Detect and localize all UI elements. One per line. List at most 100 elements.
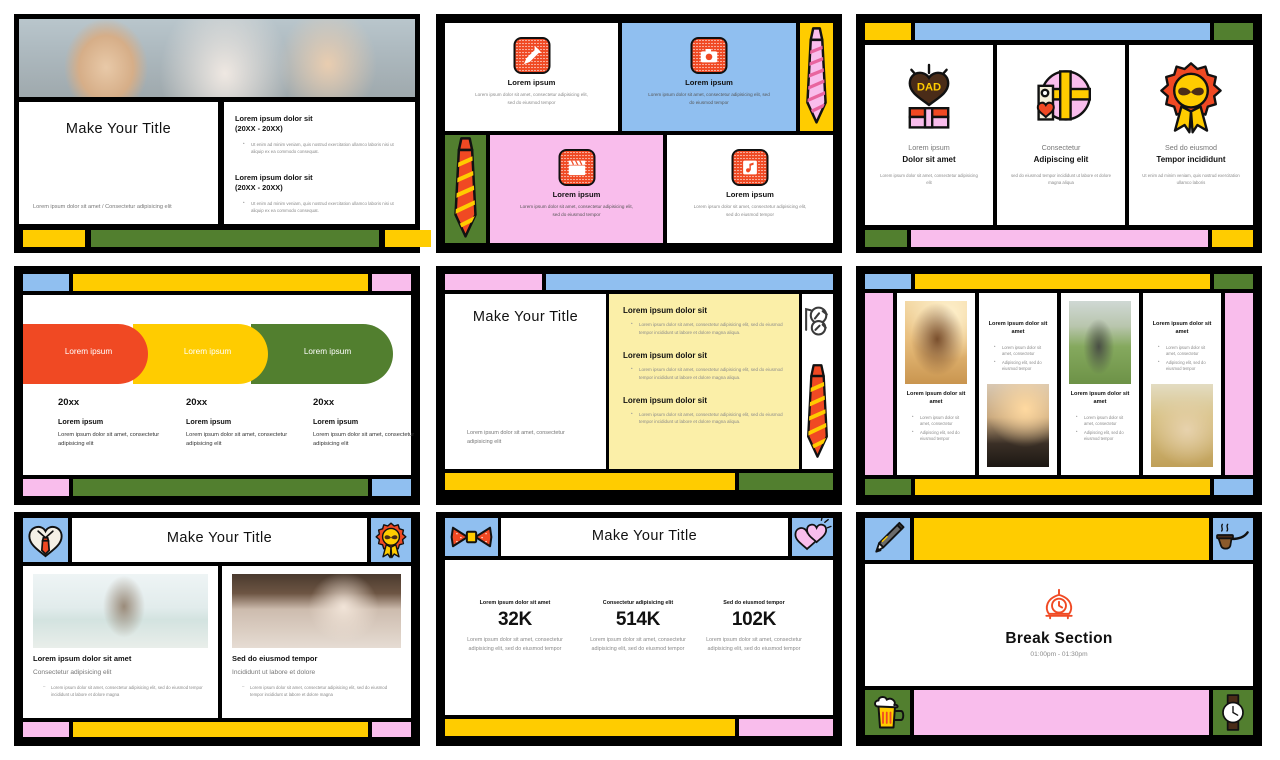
card-eyebrow: Lorem ipsum — [908, 143, 950, 152]
gallery-title: Lorem ipsum dolor sit amet — [988, 321, 1048, 336]
slide-two-photo-columns[interactable]: Make Your Title Lorem ipsum dolor sit am… — [14, 512, 420, 746]
column-photo — [232, 574, 401, 648]
timeline-canvas[interactable]: Lorem ipsum Lorem ipsum Lorem ipsum 20xx… — [23, 295, 414, 475]
break-panel[interactable]: Break Section 01:00pm - 01:30pm — [865, 564, 1253, 686]
header-bar-yellow — [915, 274, 1210, 289]
footer-bar-yellow — [445, 719, 735, 736]
entries-card[interactable]: Lorem ipsum dolor sit (20XX - 20XX) Ut e… — [224, 102, 415, 224]
timeline-heading: Lorem ipsum — [313, 417, 359, 426]
header-bar-green — [1214, 274, 1253, 289]
svg-text:DAD: DAD — [917, 82, 941, 94]
break-title: Break Section — [1005, 630, 1113, 647]
slide-photo-gallery[interactable]: Lorem ipsum dolor sit amet Lorem ipsum d… — [856, 266, 1262, 505]
footer-bar-pink — [739, 719, 833, 736]
header-icon-pen[interactable] — [865, 518, 910, 560]
stat-body: Lorem ipsum dolor sit amet, consectetur … — [467, 637, 563, 652]
slide-timeline-pills[interactable]: Lorem ipsum Lorem ipsum Lorem ipsum 20xx… — [14, 266, 420, 505]
gallery-bullet: Lorem ipsum dolor sit amet, consectetur — [994, 344, 1052, 357]
note-bullet: Lorem ipsum dolor sit amet, consectetur … — [631, 410, 785, 427]
notes-panel[interactable]: Lorem ipsum dolor sit Lorem ipsum dolor … — [609, 294, 799, 469]
gallery-panel-2[interactable]: Lorem ipsum dolor sit amet Lorem ipsum d… — [979, 293, 1057, 475]
slide-title-with-notes[interactable]: Make Your Title Lorem ipsum dolor sit am… — [436, 266, 842, 505]
title-card[interactable]: Make Your Title Lorem ipsum dolor sit am… — [445, 294, 606, 469]
card-title: Dolor sit amet — [902, 155, 956, 164]
side-panel-pink-left — [865, 293, 893, 475]
gallery-panel-3[interactable]: Lorem ipsum dolor sit amet Lorem ipsum d… — [1061, 293, 1139, 475]
header-icon-right[interactable] — [371, 518, 411, 562]
header-icon-left[interactable] — [445, 518, 498, 556]
stats-panel[interactable]: Lorem ipsum dolor sit amet 32K Lorem ips… — [445, 560, 833, 715]
header-icon-right[interactable] — [792, 518, 833, 556]
header-bar-pink — [372, 274, 411, 291]
timeline-column: 20xx Lorem ipsum Lorem ipsum dolor sit a… — [313, 397, 421, 449]
slide-break-section[interactable]: Break Section 01:00pm - 01:30pm — [856, 512, 1262, 746]
gallery-photo — [905, 301, 967, 384]
column-photo — [33, 574, 208, 648]
illustration-card-3[interactable]: Sed do eiusmod Tempor incididunt Ut enim… — [1129, 45, 1253, 225]
footer-bar-green — [865, 479, 911, 495]
illustration-card-1[interactable]: DAD Lorem ipsum Dolor sit amet Lorem ips… — [865, 45, 993, 225]
stat-value: 102K — [731, 609, 777, 630]
card-title: Lorem ipsum — [507, 78, 556, 87]
entry-bullet: Ut enim ad minim veniam, quis nostrud ex… — [243, 140, 404, 155]
note-heading: Lorem ipsum dolor sit — [623, 350, 708, 360]
gallery-bullet: Adipiscing elit, sed do eiusmod tempor — [1158, 359, 1216, 372]
header-icon-left[interactable] — [23, 518, 68, 562]
header-icon-pipe[interactable] — [1213, 518, 1253, 560]
entry-years: (20XX - 20XX) — [235, 183, 283, 193]
stat-body: Lorem ipsum dolor sit amet, consectetur … — [590, 637, 686, 652]
gallery-panel-1[interactable]: Lorem ipsum dolor sit amet Lorem ipsum d… — [897, 293, 975, 475]
timeline-year: 20xx — [313, 397, 335, 408]
header-bar-pink — [445, 274, 542, 290]
footer-bar-yellow-right — [385, 230, 431, 247]
photo-column-2[interactable]: Sed do eiusmod tempor Incididunt ut labo… — [222, 566, 411, 718]
column-bullet: Lorem ipsum dolor sit amet, consectetur … — [242, 683, 401, 698]
footer-bar-green — [739, 473, 833, 490]
card-title: Lorem ipsum — [726, 190, 774, 199]
hero-photo — [19, 19, 415, 97]
slide-three-illustration-cards[interactable]: DAD Lorem ipsum Dolor sit amet Lorem ips… — [856, 14, 1262, 253]
entry-years: (20XX - 20XX) — [235, 123, 283, 133]
gallery-panel-4[interactable]: Lorem ipsum dolor sit amet Lorem ipsum d… — [1143, 293, 1221, 475]
slide-kpi-stats[interactable]: Make Your Title Lorem ipsum dolor sit am… — [436, 512, 842, 746]
pipe-icon — [1216, 523, 1249, 550]
column-title: Sed do eiusmod tempor — [232, 654, 318, 663]
illustration-card-2[interactable]: Consectetur Adipiscing elit sed do eiusm… — [997, 45, 1125, 225]
alarm-clock-icon — [1045, 588, 1073, 620]
footer-bar-pink — [23, 479, 69, 496]
stat-label: Sed do eiusmod tempor — [723, 600, 785, 606]
title-card[interactable]: Make Your Title Lorem ipsum dolor sit am… — [19, 102, 218, 224]
gallery-title: Lorem ipsum dolor sit amet — [1152, 321, 1212, 336]
icon-card-4[interactable]: Lorem ipsum Lorem ipsum dolor sit amet, … — [667, 135, 833, 243]
pink-striped-tie-icon — [806, 27, 827, 124]
timeline-heading: Lorem ipsum — [186, 417, 232, 426]
icon-card-1[interactable]: Lorem ipsum Lorem ipsum dolor sit amet, … — [445, 23, 618, 131]
camera-icon — [690, 37, 728, 74]
photo-column-1[interactable]: Lorem ipsum dolor sit amet Consectetur a… — [23, 566, 218, 718]
icon-card-3[interactable]: Lorem ipsum Lorem ipsum dolor sit amet, … — [490, 135, 663, 243]
dad-heart-gift-icon: DAD — [908, 63, 950, 129]
stat-block: Consectetur adipisicing elit 514K Lorem … — [582, 600, 694, 654]
footer-bar-green — [91, 230, 379, 247]
header-bar-blue — [915, 23, 1210, 40]
footer-bar-yellow — [1212, 230, 1253, 247]
footer-bar-yellow — [445, 473, 735, 490]
entry-block: Lorem ipsum dolor sit (20XX - 20XX) Ut e… — [235, 114, 404, 155]
card-title: Adipiscing elit — [1033, 155, 1089, 164]
gallery-bullet: Adipiscing elit, sed do eiusmod tempor — [912, 429, 970, 442]
slide-title-hero[interactable]: Make Your Title Lorem ipsum dolor sit am… — [14, 14, 431, 253]
footer-icon-beer[interactable] — [865, 690, 910, 735]
shirt-tie-heart-icon — [28, 525, 63, 558]
footer-bar-pink-right — [372, 722, 411, 737]
stat-label: Lorem ipsum dolor sit amet — [479, 600, 551, 606]
entry-heading: Lorem ipsum dolor sit — [235, 114, 313, 123]
column-bullet: Lorem ipsum dolor sit amet, consectetur … — [43, 683, 208, 698]
timeline-column: 20xx Lorem ipsum Lorem ipsum dolor sit a… — [58, 397, 166, 449]
icon-card-2[interactable]: Lorem ipsum Lorem ipsum dolor sit amet, … — [622, 23, 796, 131]
hearts-icon — [794, 518, 832, 551]
stat-value: 32K — [498, 609, 532, 630]
title-card[interactable]: Make Your Title — [72, 518, 367, 562]
slide-four-icon-cards[interactable]: Lorem ipsum Lorem ipsum dolor sit amet, … — [436, 14, 842, 253]
footer-icon-watch[interactable] — [1213, 690, 1253, 735]
title-card[interactable]: Make Your Title — [501, 518, 788, 556]
